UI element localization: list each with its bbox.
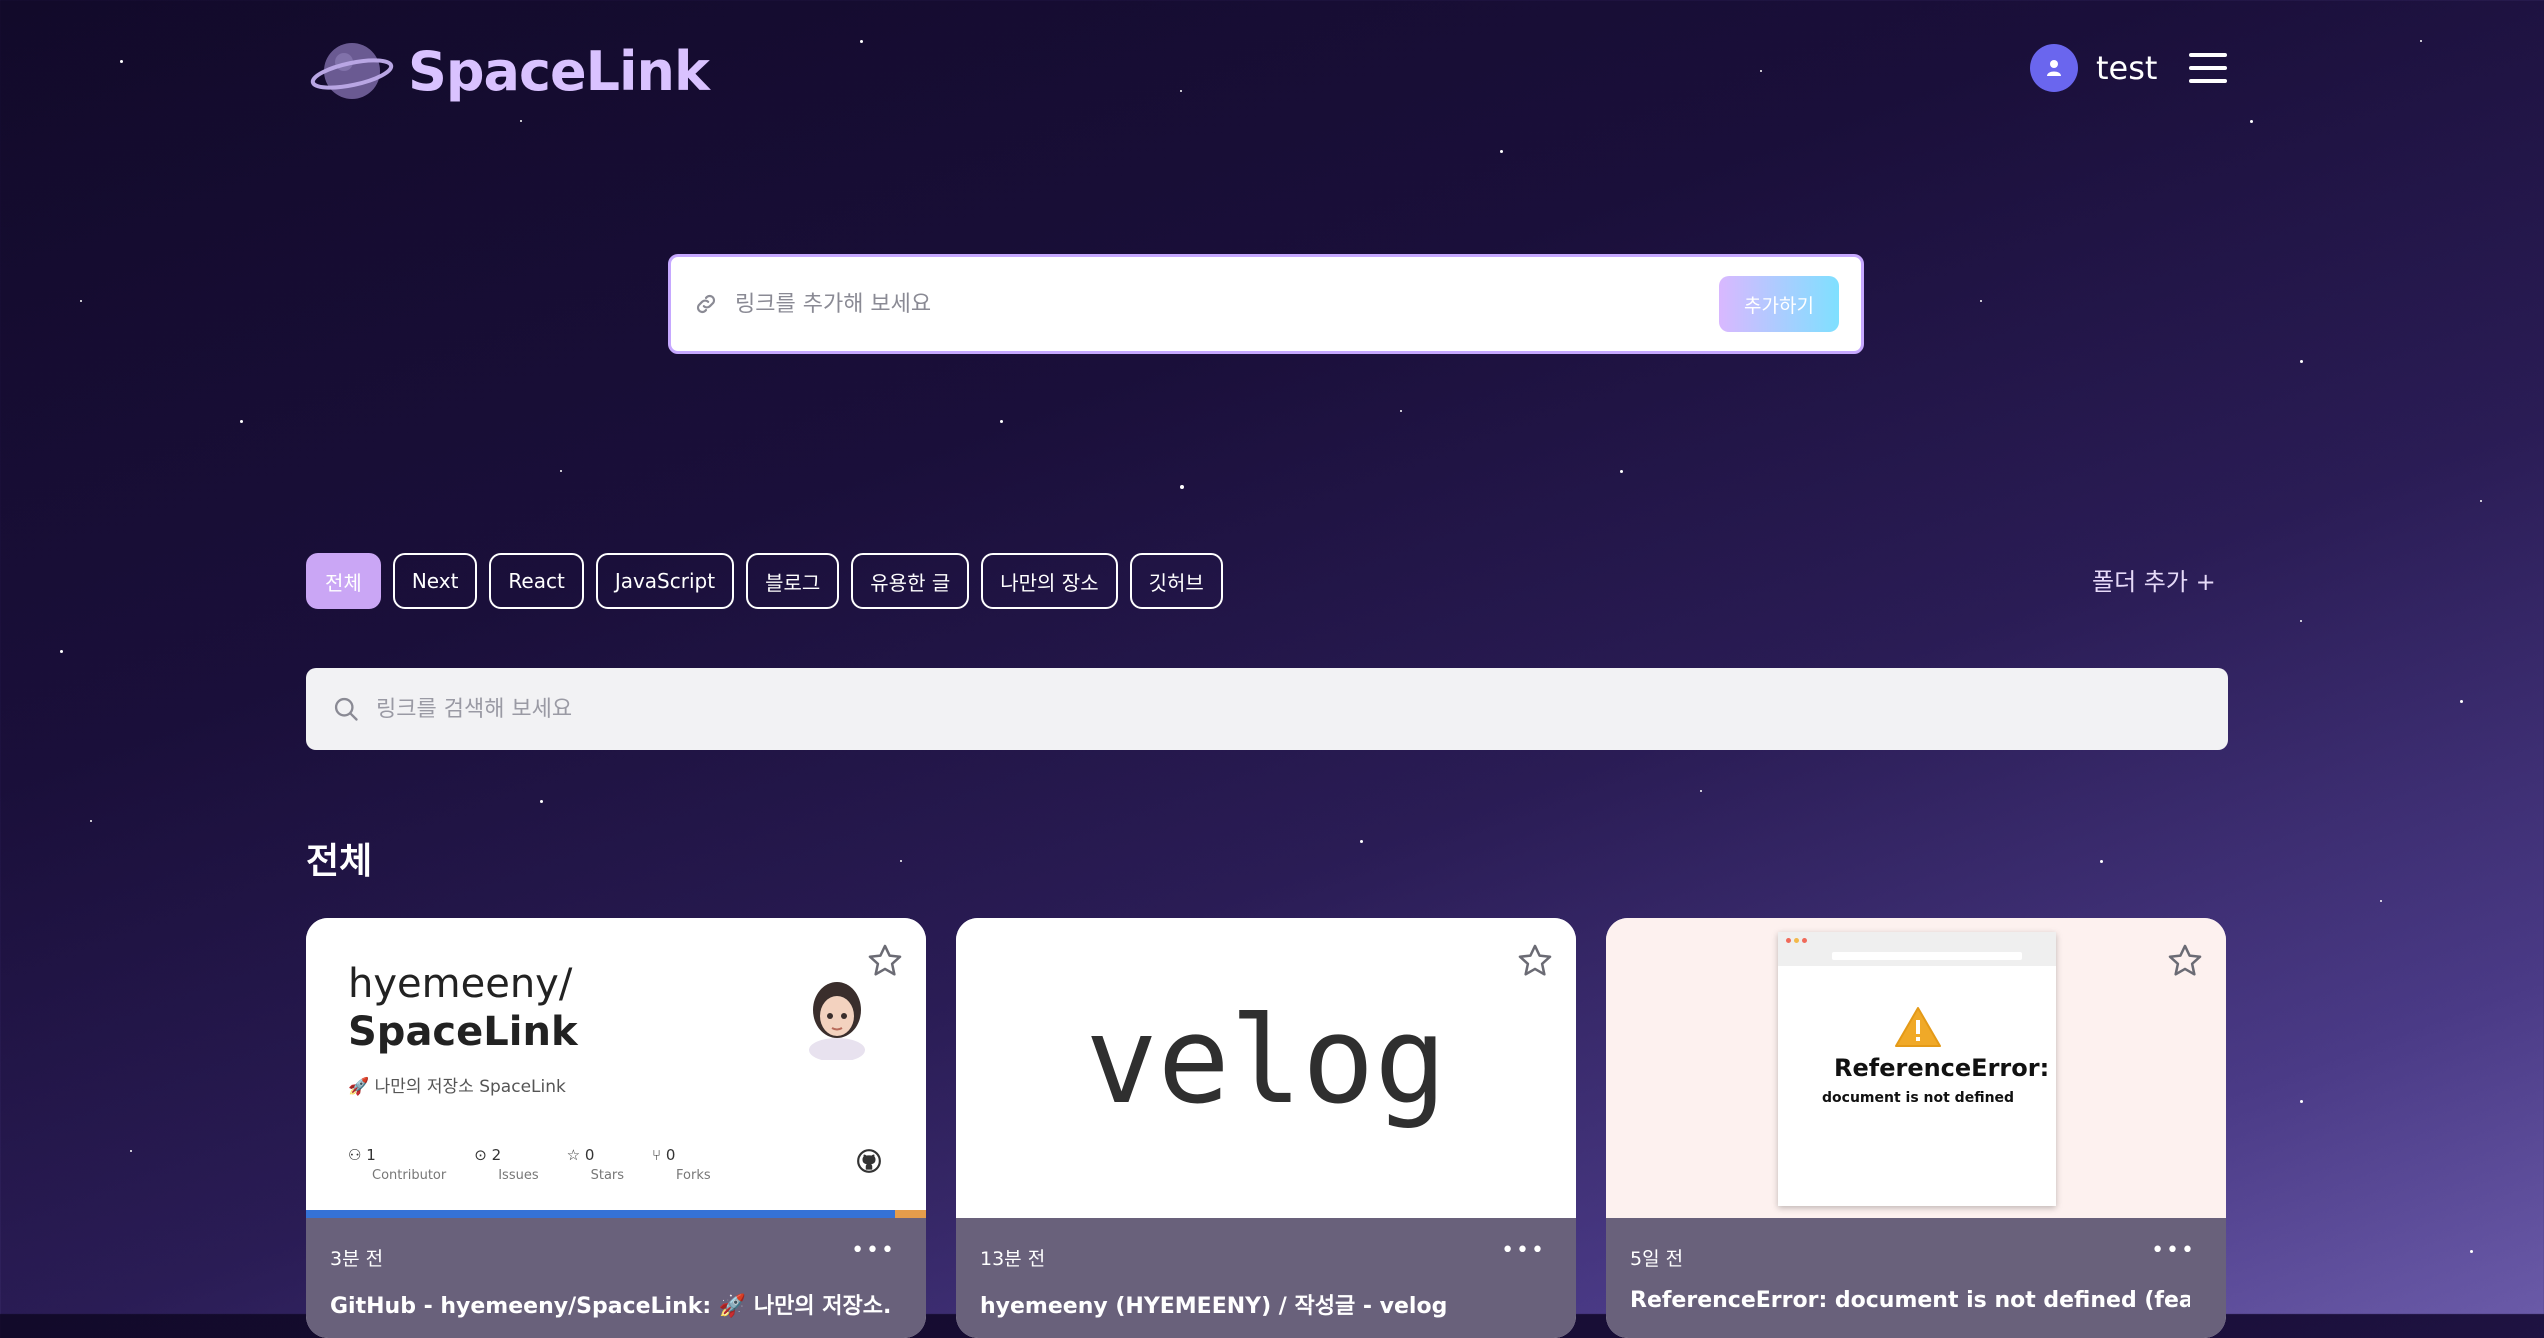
- repo-stats: ⚇ 1 Contributor ⊙ 2 Issues ☆ 0 Stars ⑂ 0…: [348, 1146, 711, 1183]
- repo-stat: ☆ 0 Stars: [566, 1146, 625, 1183]
- more-options-icon[interactable]: •••: [2151, 1238, 2196, 1263]
- card-title[interactable]: GitHub - hyemeeny/SpaceLink: 🚀 나만의 저장소..…: [330, 1288, 890, 1320]
- repo-title: hyemeeny/ SpaceLink: [348, 961, 578, 1055]
- repo-stat: ⚇ 1 Contributor: [348, 1146, 447, 1183]
- add-folder-button[interactable]: 폴더 추가 +: [2092, 562, 2216, 597]
- folder-chip-useful[interactable]: 유용한 글: [851, 553, 970, 609]
- language-bar: [306, 1210, 926, 1218]
- folder-chip-github[interactable]: 깃허브: [1129, 553, 1223, 609]
- add-link-button[interactable]: 추가하기: [1719, 276, 1839, 332]
- planet-icon: [310, 43, 394, 99]
- contributors-icon: ⚇: [348, 1146, 367, 1164]
- app-logo[interactable]: SpaceLink: [310, 38, 710, 104]
- error-title: ReferenceError:: [1834, 1054, 2050, 1082]
- folder-chip-all[interactable]: 전체: [306, 553, 381, 609]
- favorite-star-icon[interactable]: [2166, 942, 2204, 980]
- browser-window-illustration: ReferenceError: document is not defined: [1778, 932, 2056, 1206]
- github-icon: [857, 1149, 881, 1173]
- add-link-input[interactable]: [733, 290, 1719, 318]
- repo-stat: ⊙ 2 Issues: [474, 1146, 539, 1183]
- favorite-star-icon[interactable]: [1516, 942, 1554, 980]
- folder-chip-next[interactable]: Next: [392, 553, 478, 609]
- logo-text: SpaceLink: [408, 39, 710, 103]
- folder-chip-javascript[interactable]: JavaScript: [595, 553, 735, 609]
- repo-description: 🚀 나만의 저장소 SpaceLink: [348, 1077, 566, 1097]
- card-time: 13분 전: [980, 1248, 1046, 1270]
- warning-icon: [1895, 1007, 1941, 1047]
- user-name[interactable]: test: [2096, 49, 2157, 87]
- card-thumbnail: hyemeeny/ SpaceLink 🚀 나만의 저장소 SpaceLink …: [306, 918, 926, 1218]
- section-title: 전체: [306, 841, 373, 882]
- folder-chip-my-place[interactable]: 나만의 장소: [981, 553, 1118, 609]
- card-title[interactable]: hyemeeny (HYEMEENY) / 작성글 - velog: [980, 1288, 1540, 1320]
- error-subtitle: document is not defined: [1822, 1090, 2015, 1106]
- card-info: 5일 전 ••• ReferenceError: document is not…: [1606, 1218, 2226, 1338]
- avatar[interactable]: [2030, 44, 2078, 92]
- memoji-avatar: [809, 982, 865, 1060]
- search-bar: [306, 668, 2228, 750]
- link-icon: [696, 294, 716, 314]
- link-card[interactable]: ReferenceError: document is not defined …: [1606, 918, 2226, 1338]
- hamburger-menu-icon[interactable]: [2189, 53, 2228, 83]
- link-card[interactable]: velog 13분 전 ••• hyemeeny (HYEMEENY) / 작성…: [956, 918, 1576, 1338]
- more-options-icon[interactable]: •••: [1501, 1238, 1546, 1263]
- card-info: 3분 전 ••• GitHub - hyemeeny/SpaceLink: 🚀 …: [306, 1218, 926, 1338]
- link-card[interactable]: hyemeeny/ SpaceLink 🚀 나만의 저장소 SpaceLink …: [306, 918, 926, 1338]
- folder-chip-blog[interactable]: 블로그: [746, 553, 840, 609]
- folder-list: 전체 Next React JavaScript 블로그 유용한 글 나만의 장…: [306, 553, 1223, 609]
- velog-logo: velog: [1085, 992, 1447, 1131]
- stars-icon: ☆: [566, 1146, 585, 1164]
- folder-chip-react[interactable]: React: [489, 553, 584, 609]
- more-options-icon[interactable]: •••: [851, 1238, 896, 1263]
- search-icon: [334, 697, 358, 721]
- card-time: 5일 전: [1630, 1248, 1684, 1270]
- card-info: 13분 전 ••• hyemeeny (HYEMEENY) / 작성글 - ve…: [956, 1218, 1576, 1338]
- issues-icon: ⊙: [474, 1146, 492, 1164]
- card-time: 3분 전: [330, 1248, 384, 1270]
- card-thumbnail: velog: [956, 918, 1576, 1218]
- card-thumbnail: ReferenceError: document is not defined: [1606, 918, 2226, 1218]
- favorite-star-icon[interactable]: [866, 942, 904, 980]
- user-menu[interactable]: test: [2030, 44, 2228, 92]
- add-link-bar: 추가하기: [668, 254, 1864, 354]
- repo-stat: ⑂ 0 Forks: [652, 1146, 711, 1183]
- card-title[interactable]: ReferenceError: document is not defined …: [1630, 1288, 2190, 1313]
- search-input[interactable]: [374, 695, 2202, 723]
- user-icon: [2047, 60, 2061, 76]
- forks-icon: ⑂: [652, 1146, 666, 1164]
- browser-toolbar: [1778, 932, 2056, 966]
